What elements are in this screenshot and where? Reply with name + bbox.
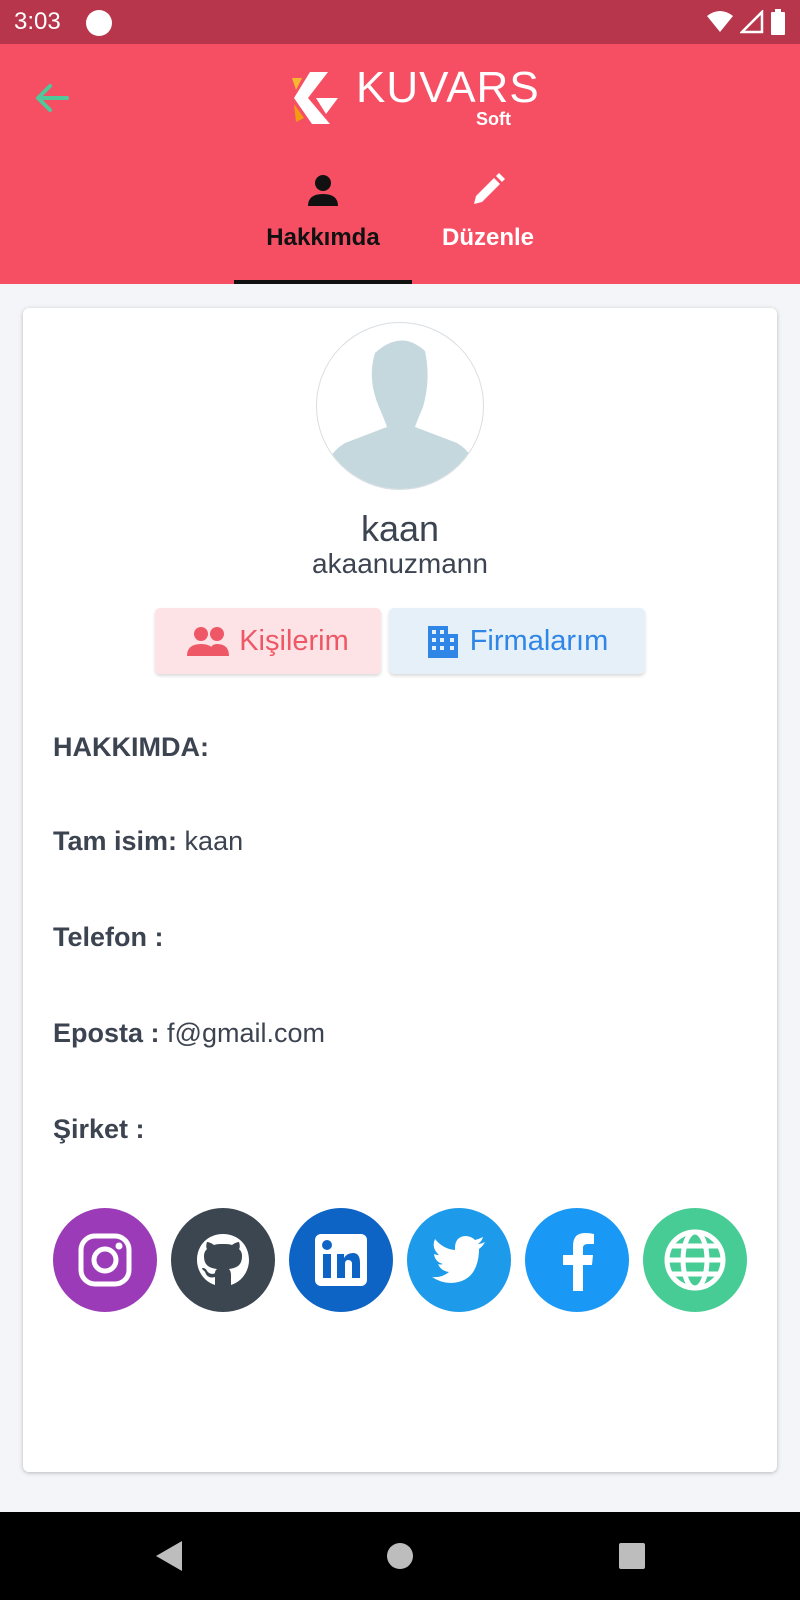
about-heading: HAKKIMDA:	[53, 732, 209, 762]
signal-icon	[740, 10, 764, 34]
email-value: f@gmail.com	[167, 1018, 325, 1048]
logo-subtext: Soft	[476, 109, 511, 129]
status-time: 3:03	[14, 8, 61, 35]
logo-mark-icon	[292, 72, 338, 124]
avatar[interactable]	[316, 322, 484, 490]
profile-handle: akaanuzmann	[312, 548, 488, 579]
instagram-icon	[78, 1233, 132, 1287]
company-row: Şirket :	[53, 1114, 145, 1145]
email-label: Eposta :	[53, 1018, 160, 1048]
facebook-button[interactable]	[525, 1208, 629, 1312]
logo-text: KUVARS	[356, 63, 540, 112]
companies-button[interactable]: Firmalarım	[389, 608, 645, 674]
contacts-button-label: Kişilerim	[239, 624, 349, 657]
contacts-button[interactable]: Kişilerim	[155, 608, 381, 674]
linkedin-icon	[315, 1234, 367, 1286]
company-label: Şirket :	[53, 1114, 145, 1144]
github-icon	[197, 1234, 249, 1285]
arrow-left-icon	[36, 84, 69, 112]
kuvars-logo: KUVARS Soft	[290, 64, 539, 134]
twitter-icon	[432, 1236, 485, 1283]
twitter-button[interactable]	[407, 1208, 511, 1312]
email-row: Eposta : f@gmail.com	[53, 1018, 325, 1049]
wifi-icon	[707, 11, 733, 32]
instagram-button[interactable]	[53, 1208, 157, 1312]
status-indicators	[706, 8, 786, 36]
app-header: KUVARS Soft Hakkımda Düzenle	[0, 44, 800, 284]
system-nav-bar	[0, 1512, 800, 1600]
back-button[interactable]	[30, 76, 74, 120]
tab-edit-label: Düzenle	[441, 224, 534, 251]
avatar-placeholder-icon	[321, 340, 481, 489]
nav-back-button[interactable]	[146, 1534, 190, 1578]
tab-about[interactable]: Hakkımda	[234, 164, 412, 284]
website-button[interactable]	[643, 1208, 747, 1312]
profile-card: kaan akaanuzmann Kişilerim Firmalarım HA…	[23, 308, 777, 1472]
battery-icon	[771, 9, 785, 35]
phone-row: Telefon :	[53, 922, 164, 953]
app-notification-icon	[86, 10, 112, 36]
pencil-icon	[470, 170, 506, 210]
globe-icon	[664, 1229, 726, 1291]
square-recents-icon	[619, 1543, 645, 1569]
nav-home-button[interactable]	[378, 1534, 422, 1578]
circle-home-icon	[387, 1543, 413, 1569]
tab-edit[interactable]: Düzenle	[412, 164, 564, 284]
companies-button-label: Firmalarım	[469, 624, 609, 657]
nav-recents-button[interactable]	[610, 1534, 654, 1578]
triangle-back-icon	[156, 1541, 182, 1571]
status-bar: 3:03	[0, 0, 800, 44]
github-button[interactable]	[171, 1208, 275, 1312]
building-icon	[427, 626, 458, 658]
person-icon	[306, 170, 340, 210]
phone-label: Telefon :	[53, 922, 164, 952]
facebook-icon	[563, 1233, 594, 1291]
full-name-label: Tam isim:	[53, 826, 178, 856]
linkedin-button[interactable]	[289, 1208, 393, 1312]
full-name-value: kaan	[184, 826, 244, 856]
full-name-row: Tam isim: kaan	[53, 826, 243, 857]
tab-about-label: Hakkımda	[266, 224, 380, 251]
active-tab-indicator	[234, 280, 412, 284]
people-icon	[187, 627, 230, 656]
profile-name: kaan	[360, 508, 440, 549]
